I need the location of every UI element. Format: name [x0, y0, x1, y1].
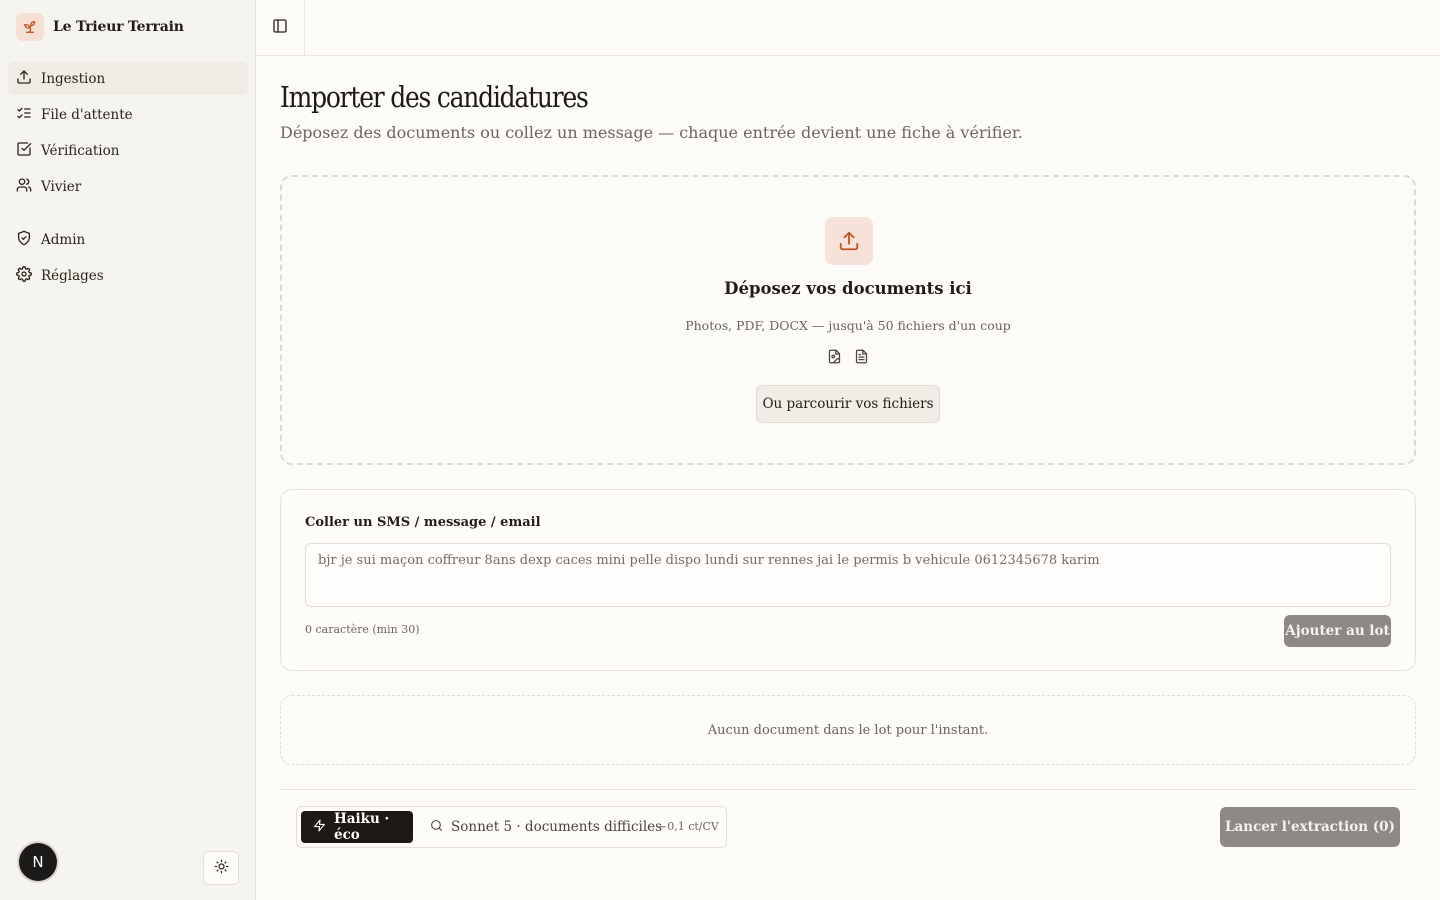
upload-icon: [16, 69, 32, 89]
check-square-icon: [16, 141, 32, 161]
avatar[interactable]: N: [19, 843, 57, 881]
settings-icon: [16, 265, 32, 286]
page-title: Importer des candidatures: [280, 80, 589, 114]
sidebar-item-label: Ingestion: [41, 70, 106, 87]
dropzone-hint: Photos, PDF, DOCX — jusqu'à 50 fichiers …: [685, 318, 1011, 333]
users-icon: [16, 177, 32, 197]
sidebar-item-label: Réglages: [41, 267, 104, 284]
model-option-label: Haiku · éco: [334, 811, 390, 843]
paste-label: Coller un SMS / message / email: [305, 515, 541, 530]
sidebar: Le Trieur Terrain Ingestion File d'atten…: [0, 0, 256, 900]
sidebar-toggle-button[interactable]: [256, 0, 305, 56]
page-subtitle: Déposez des documents ou collez un messa…: [280, 123, 1023, 142]
batch-empty-state: Aucun document dans le lot pour l'instan…: [280, 695, 1416, 765]
avatar-initial: N: [32, 853, 44, 871]
browse-files-button[interactable]: Ou parcourir vos fichiers: [756, 385, 940, 423]
sidebar-item-ingestion[interactable]: Ingestion: [8, 62, 248, 95]
sidebar-item-queue[interactable]: File d'attente: [8, 98, 248, 131]
add-to-batch-button[interactable]: Ajouter au lot: [1284, 615, 1391, 647]
zap-icon: [313, 819, 326, 836]
model-option-label: Sonnet 5 · documents difficiles: [451, 819, 663, 835]
search-icon: [430, 819, 443, 836]
empty-batch-text: Aucun document dans le lot pour l'instan…: [707, 722, 989, 738]
model-option-sonnet[interactable]: Sonnet 5 · documents difficiles: [418, 811, 674, 843]
file-dropzone[interactable]: Déposez vos documents ici Photos, PDF, D…: [280, 175, 1416, 465]
model-selector: Haiku · éco Sonnet 5 · documents diffici…: [296, 806, 727, 848]
paste-message-input[interactable]: [305, 543, 1391, 607]
sidebar-item-label: Admin: [41, 231, 86, 248]
theme-toggle-button[interactable]: [203, 851, 239, 885]
file-text-icon: [854, 349, 869, 368]
model-option-haiku[interactable]: Haiku · éco: [301, 811, 413, 843]
sidebar-item-label: File d'attente: [41, 106, 133, 123]
sun-icon: [214, 859, 229, 878]
file-type-icons: [282, 349, 1414, 368]
brand[interactable]: Le Trieur Terrain: [16, 13, 184, 41]
sidebar-item-verification[interactable]: Vérification: [8, 134, 248, 167]
sidebar-item-label: Vérification: [41, 142, 120, 159]
run-extraction-button[interactable]: Lancer l'extraction (0): [1220, 807, 1400, 847]
divider: [280, 789, 1416, 790]
seedling-icon: [16, 13, 44, 41]
list-checks-icon: [16, 105, 32, 125]
top-bar: [256, 0, 1440, 56]
file-image-icon: [827, 349, 842, 368]
sidebar-item-vivier[interactable]: Vivier: [8, 170, 248, 203]
dropzone-title: Déposez vos documents ici: [724, 279, 972, 298]
sidebar-item-admin[interactable]: Admin: [8, 223, 248, 256]
shield-check-icon: [16, 230, 32, 250]
app-name: Le Trieur Terrain: [53, 19, 184, 35]
cost-estimate: ~0,1 ct/CV: [658, 820, 719, 833]
sidebar-item-label: Vivier: [41, 178, 82, 195]
nav-separator: [8, 206, 248, 223]
sidebar-item-settings[interactable]: Réglages: [8, 259, 248, 292]
paste-message-card: Coller un SMS / message / email 0 caract…: [280, 489, 1416, 671]
char-count: 0 caractère (min 30): [305, 623, 420, 636]
sidebar-nav: Ingestion File d'attente Vérification Vi…: [8, 62, 248, 295]
panel-left-icon: [272, 18, 288, 38]
upload-icon: [825, 217, 873, 265]
